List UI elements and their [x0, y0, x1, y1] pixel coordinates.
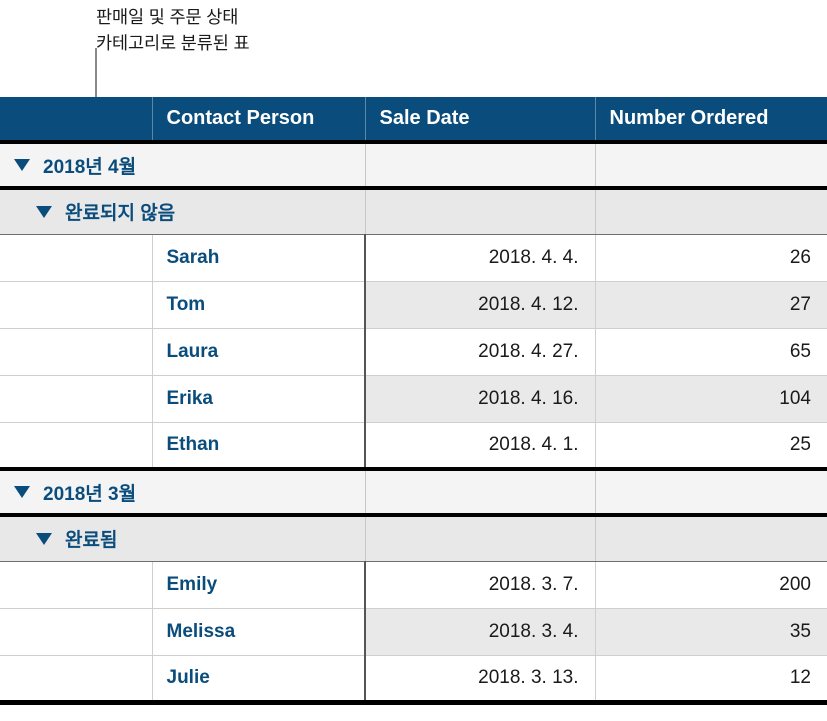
table-header: Contact Person Sale Date Number Ordered: [0, 97, 827, 142]
group-row-level1-num-cell[interactable]: [595, 469, 827, 517]
cell-number-ordered[interactable]: 65: [595, 328, 827, 376]
row-handle-cell[interactable]: [0, 608, 153, 656]
cell-contact-person[interactable]: Sarah: [152, 234, 366, 282]
cell-contact-person[interactable]: Julie: [152, 655, 366, 705]
group-row-level2-num-cell[interactable]: [595, 188, 827, 235]
table-row[interactable]: Laura 2018. 4. 27. 65: [0, 328, 827, 376]
row-handle-cell[interactable]: [0, 561, 153, 609]
cell-sale-date[interactable]: 2018. 4. 4.: [365, 234, 596, 282]
cell-number-ordered[interactable]: 35: [595, 608, 827, 656]
group-row-level1-label: 2018년 3월: [43, 483, 137, 505]
column-header-contact-person[interactable]: Contact Person: [152, 97, 366, 142]
group-row-level1-date-cell[interactable]: [365, 469, 596, 517]
group-row-level2-num-cell[interactable]: [595, 515, 827, 562]
cell-contact-person[interactable]: Emily: [152, 561, 366, 609]
table-row[interactable]: Sarah 2018. 4. 4. 26: [0, 234, 827, 282]
table-row[interactable]: Melissa 2018. 3. 4. 35: [0, 608, 827, 656]
group-row-level1[interactable]: 2018년 4월: [0, 142, 827, 190]
cell-number-ordered[interactable]: 26: [595, 234, 827, 282]
table-row[interactable]: Erika 2018. 4. 16. 104: [0, 375, 827, 423]
cell-sale-date[interactable]: 2018. 3. 4.: [365, 608, 596, 656]
categorized-table: Contact Person Sale Date Number Ordered …: [0, 97, 827, 705]
table-header-row: Contact Person Sale Date Number Ordered: [0, 97, 827, 142]
table-row[interactable]: Julie 2018. 3. 13. 12: [0, 655, 827, 705]
triangle-down-icon[interactable]: [36, 532, 52, 545]
column-header-handle[interactable]: [0, 97, 153, 142]
cell-sale-date[interactable]: 2018. 3. 7.: [365, 561, 596, 609]
cell-contact-person[interactable]: Melissa: [152, 608, 366, 656]
cell-sale-date[interactable]: 2018. 4. 16.: [365, 375, 596, 423]
group-row-level1-label: 2018년 4월: [43, 156, 137, 178]
group-row-level1-date-cell[interactable]: [365, 142, 596, 190]
cell-contact-person[interactable]: Ethan: [152, 422, 366, 471]
group-row-level1-label-cell[interactable]: 2018년 4월: [0, 142, 366, 190]
page: 판매일 및 주문 상태 카테고리로 분류된 표 Contact Person S…: [0, 0, 827, 721]
cell-number-ordered[interactable]: 104: [595, 375, 827, 423]
group-row-level2[interactable]: 완료되지 않음: [0, 188, 827, 235]
cell-sale-date[interactable]: 2018. 4. 12.: [365, 281, 596, 329]
table-row[interactable]: Ethan 2018. 4. 1. 25: [0, 422, 827, 471]
cell-number-ordered[interactable]: 25: [595, 422, 827, 471]
triangle-down-icon[interactable]: [14, 159, 30, 171]
table-row[interactable]: Tom 2018. 4. 12. 27: [0, 281, 827, 329]
group-row-level2-label-cell[interactable]: 완료됨: [0, 515, 366, 562]
group-row-level1-num-cell[interactable]: [595, 142, 827, 190]
group-row-level1-label-cell[interactable]: 2018년 3월: [0, 469, 366, 517]
cell-sale-date[interactable]: 2018. 3. 13.: [365, 655, 596, 705]
row-handle-cell[interactable]: [0, 422, 153, 471]
group-row-level1[interactable]: 2018년 3월: [0, 469, 827, 517]
callout-line-1: 판매일 및 주문 상태: [96, 7, 239, 27]
cell-sale-date[interactable]: 2018. 4. 1.: [365, 422, 596, 471]
group-row-level2-label-cell[interactable]: 완료되지 않음: [0, 188, 366, 235]
cell-contact-person[interactable]: Laura: [152, 328, 366, 376]
cell-sale-date[interactable]: 2018. 4. 27.: [365, 328, 596, 376]
cell-contact-person[interactable]: Tom: [152, 281, 366, 329]
row-handle-cell[interactable]: [0, 328, 153, 376]
cell-number-ordered[interactable]: 12: [595, 655, 827, 705]
cell-number-ordered[interactable]: 200: [595, 561, 827, 609]
row-handle-cell[interactable]: [0, 375, 153, 423]
callout-annotation: 판매일 및 주문 상태 카테고리로 분류된 표: [96, 4, 426, 56]
column-header-number-ordered[interactable]: Number Ordered: [595, 97, 827, 142]
row-handle-cell[interactable]: [0, 655, 153, 705]
column-header-sale-date[interactable]: Sale Date: [365, 97, 596, 142]
group-row-level2-date-cell[interactable]: [365, 515, 596, 562]
group-row-level2[interactable]: 완료됨: [0, 515, 827, 562]
cell-contact-person[interactable]: Erika: [152, 375, 366, 423]
group-row-level2-date-cell[interactable]: [365, 188, 596, 235]
group-row-level2-label: 완료되지 않음: [65, 203, 176, 225]
table-row[interactable]: Emily 2018. 3. 7. 200: [0, 561, 827, 609]
callout-line-2: 카테고리로 분류된 표: [96, 33, 250, 53]
row-handle-cell[interactable]: [0, 281, 153, 329]
table-body: 2018년 4월 완료되지 않음 Sarah 2018. 4. 4. 26 To…: [0, 142, 827, 705]
row-handle-cell[interactable]: [0, 234, 153, 282]
triangle-down-icon[interactable]: [14, 486, 30, 498]
cell-number-ordered[interactable]: 27: [595, 281, 827, 329]
group-row-level2-label: 완료됨: [65, 530, 118, 552]
triangle-down-icon[interactable]: [36, 205, 52, 218]
